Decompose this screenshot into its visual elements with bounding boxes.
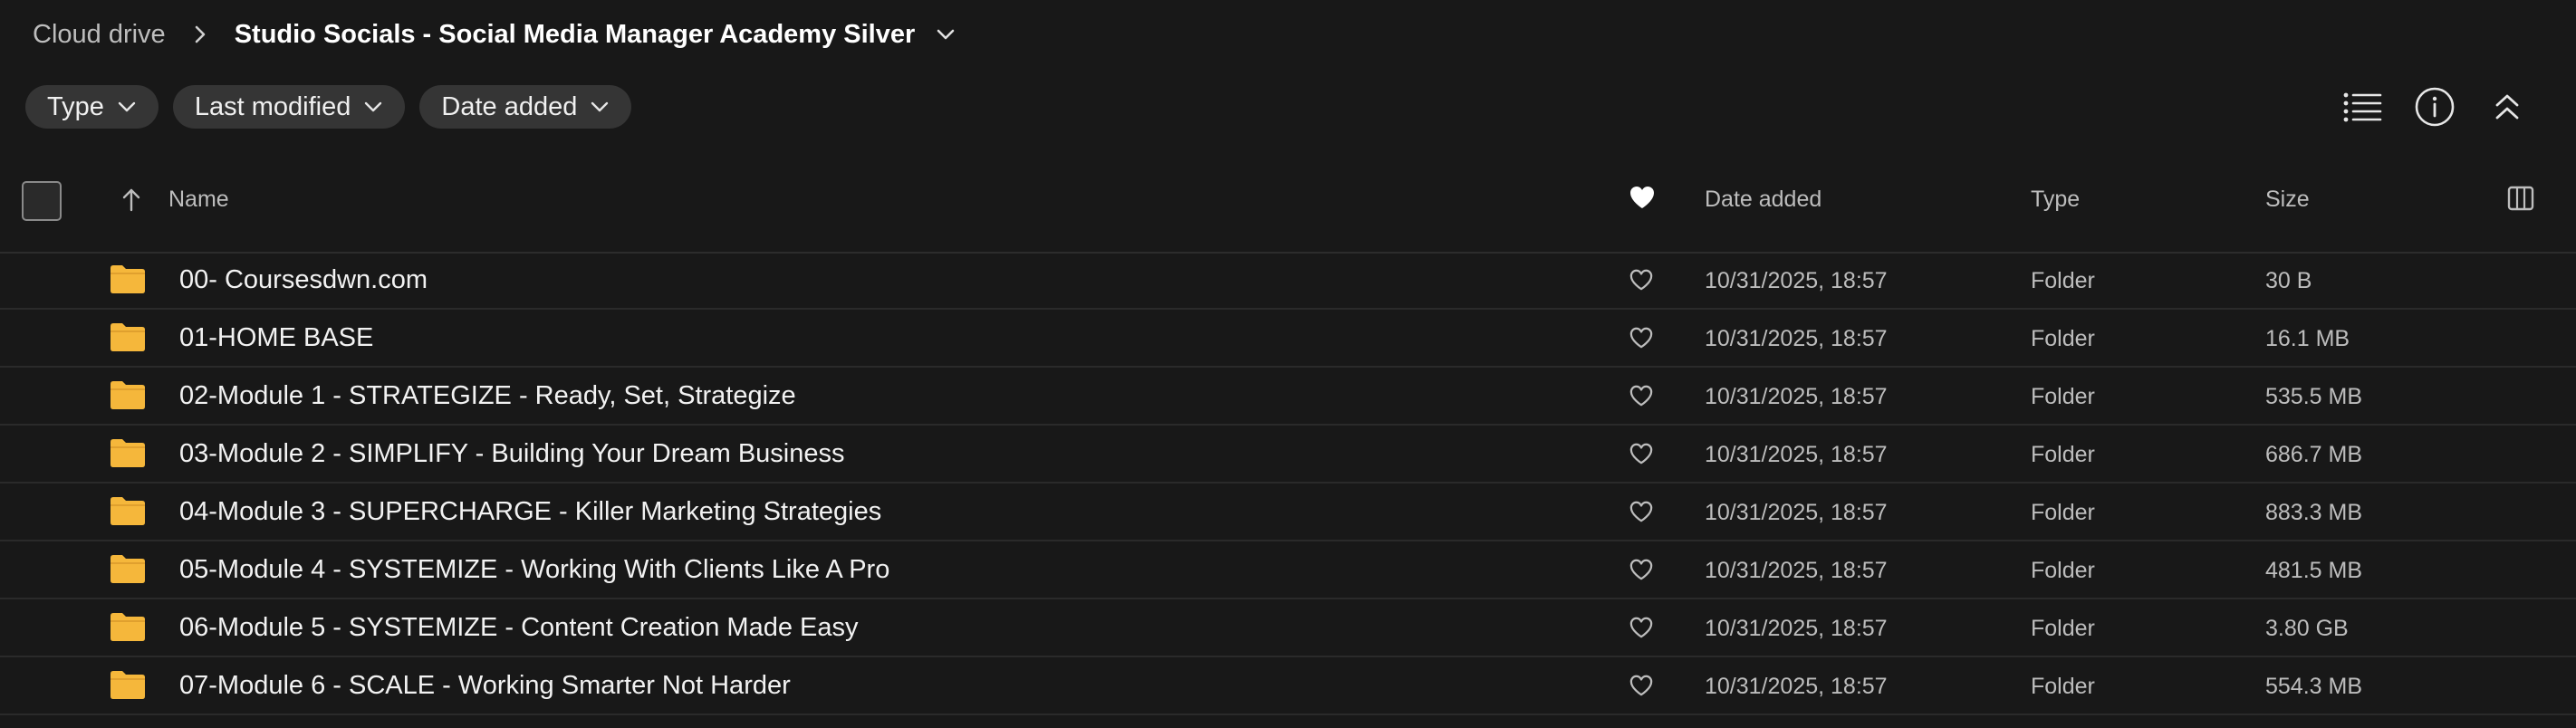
table-row[interactable]: 02-Module 1 - STRATEGIZE - Ready, Set, S…: [0, 368, 2576, 426]
heart-icon[interactable]: [1629, 558, 1654, 581]
heart-icon[interactable]: [1629, 268, 1654, 292]
table-row[interactable]: 07-Module 6 - SCALE - Working Smarter No…: [0, 657, 2576, 715]
type-cell: Folder: [2031, 674, 2095, 699]
column-header-type[interactable]: Type: [2031, 187, 2080, 213]
date-added-cell: 10/31/2025, 18:57: [1705, 326, 1888, 351]
type-cell: Folder: [2031, 500, 2095, 525]
info-icon[interactable]: [2411, 83, 2458, 130]
select-all-checkbox[interactable]: [22, 181, 62, 221]
folder-icon: [111, 439, 145, 467]
folder-icon: [111, 381, 145, 409]
file-name[interactable]: 03-Module 2 - SIMPLIFY - Building Your D…: [179, 439, 845, 469]
type-cell: Folder: [2031, 268, 2095, 293]
chevron-down-icon: [118, 101, 136, 112]
folder-icon: [111, 265, 145, 293]
last-modified-filter-label: Last modified: [194, 91, 351, 121]
chevron-down-icon: [591, 101, 609, 112]
date-added-cell: 10/31/2025, 18:57: [1705, 384, 1888, 409]
type-cell: Folder: [2031, 442, 2095, 467]
heart-icon[interactable]: [1629, 500, 1654, 523]
heart-icon[interactable]: [1629, 326, 1654, 350]
size-cell: 481.5 MB: [2265, 558, 2363, 583]
last-modified-filter-button[interactable]: Last modified: [172, 85, 406, 129]
date-added-cell: 10/31/2025, 18:57: [1705, 558, 1888, 583]
folder-icon: [111, 323, 145, 351]
date-added-cell: 10/31/2025, 18:57: [1705, 268, 1888, 293]
columns-icon[interactable]: [2505, 183, 2536, 214]
size-cell: 30 B: [2265, 268, 2312, 293]
file-name[interactable]: 02-Module 1 - STRATEGIZE - Ready, Set, S…: [179, 381, 796, 411]
chevron-down-icon: [365, 101, 382, 112]
heart-icon[interactable]: [1629, 185, 1656, 212]
size-cell: 3.80 GB: [2265, 616, 2349, 641]
heart-icon[interactable]: [1629, 674, 1654, 697]
folder-icon: [111, 613, 145, 641]
table-header: Name Date added Type Size: [0, 165, 2576, 254]
folder-icon: [111, 497, 145, 525]
breadcrumb-root-link[interactable]: Cloud drive: [33, 20, 166, 50]
type-filter-button[interactable]: Type: [25, 85, 159, 129]
list-view-button[interactable]: [1292, 83, 1339, 130]
size-cell: 554.3 MB: [2265, 674, 2363, 699]
type-cell: Folder: [2031, 326, 2095, 351]
date-added-cell: 10/31/2025, 18:57: [1705, 674, 1888, 699]
type-cell: Folder: [2031, 616, 2095, 641]
file-name[interactable]: 04-Module 3 - SUPERCHARGE - Killer Marke…: [179, 497, 881, 527]
list-view-icon[interactable]: [2339, 83, 2386, 130]
arrow-up-icon[interactable]: [116, 185, 147, 216]
heart-icon[interactable]: [1629, 616, 1654, 639]
file-name[interactable]: 07-Module 6 - SCALE - Working Smarter No…: [179, 671, 791, 701]
heart-icon[interactable]: [1629, 442, 1654, 465]
date-added-cell: 10/31/2025, 18:57: [1705, 616, 1888, 641]
table-row[interactable]: 04-Module 3 - SUPERCHARGE - Killer Marke…: [0, 484, 2576, 541]
folder-icon: [111, 671, 145, 699]
folder-icon: [111, 555, 145, 583]
table-row[interactable]: 03-Module 2 - SIMPLIFY - Building Your D…: [0, 426, 2576, 484]
file-name[interactable]: 01-HOME BASE: [179, 323, 373, 353]
type-cell: Folder: [2031, 384, 2095, 409]
cloud-drive-page: Cloud drive Studio Socials - Social Medi…: [0, 0, 2576, 728]
type-filter-label: Type: [47, 91, 104, 121]
table-row[interactable]: 01-HOME BASE 10/31/2025, 18:57 Folder 16…: [0, 310, 2576, 368]
date-added-filter-button[interactable]: Date added: [419, 85, 632, 129]
file-name[interactable]: 06-Module 5 - SYSTEMIZE - Content Creati…: [179, 613, 858, 643]
file-name[interactable]: 00- Coursesdwn.com: [179, 265, 428, 295]
size-cell: 686.7 MB: [2265, 442, 2363, 467]
size-cell: 16.1 MB: [2265, 326, 2350, 351]
column-header-size[interactable]: Size: [2265, 187, 2310, 213]
column-header-date-added[interactable]: Date added: [1705, 187, 1821, 213]
chevron-down-icon[interactable]: [928, 16, 964, 53]
table-row[interactable]: 06-Module 5 - SYSTEMIZE - Content Creati…: [0, 599, 2576, 657]
date-added-cell: 10/31/2025, 18:57: [1705, 500, 1888, 525]
table-row[interactable]: 00- Coursesdwn.com 10/31/2025, 18:57 Fol…: [0, 252, 2576, 310]
file-list: 00- Coursesdwn.com 10/31/2025, 18:57 Fol…: [0, 252, 2576, 715]
size-cell: 883.3 MB: [2265, 500, 2363, 525]
breadcrumb-current-folder: Studio Socials - Social Media Manager Ac…: [234, 19, 916, 49]
date-added-filter-label: Date added: [441, 91, 578, 121]
table-row[interactable]: 05-Module 4 - SYSTEMIZE - Working With C…: [0, 541, 2576, 599]
heart-icon[interactable]: [1629, 384, 1654, 407]
date-added-cell: 10/31/2025, 18:57: [1705, 442, 1888, 467]
column-header-name[interactable]: Name: [168, 187, 229, 213]
filter-bar: Type Last modified Date added: [25, 85, 632, 129]
size-cell: 535.5 MB: [2265, 384, 2363, 409]
type-cell: Folder: [2031, 558, 2095, 583]
chevron-right-icon: [178, 13, 222, 56]
chevrons-up-icon[interactable]: [2484, 83, 2531, 130]
breadcrumb: Cloud drive Studio Socials - Social Medi…: [33, 13, 964, 56]
file-name[interactable]: 05-Module 4 - SYSTEMIZE - Working With C…: [179, 555, 889, 585]
